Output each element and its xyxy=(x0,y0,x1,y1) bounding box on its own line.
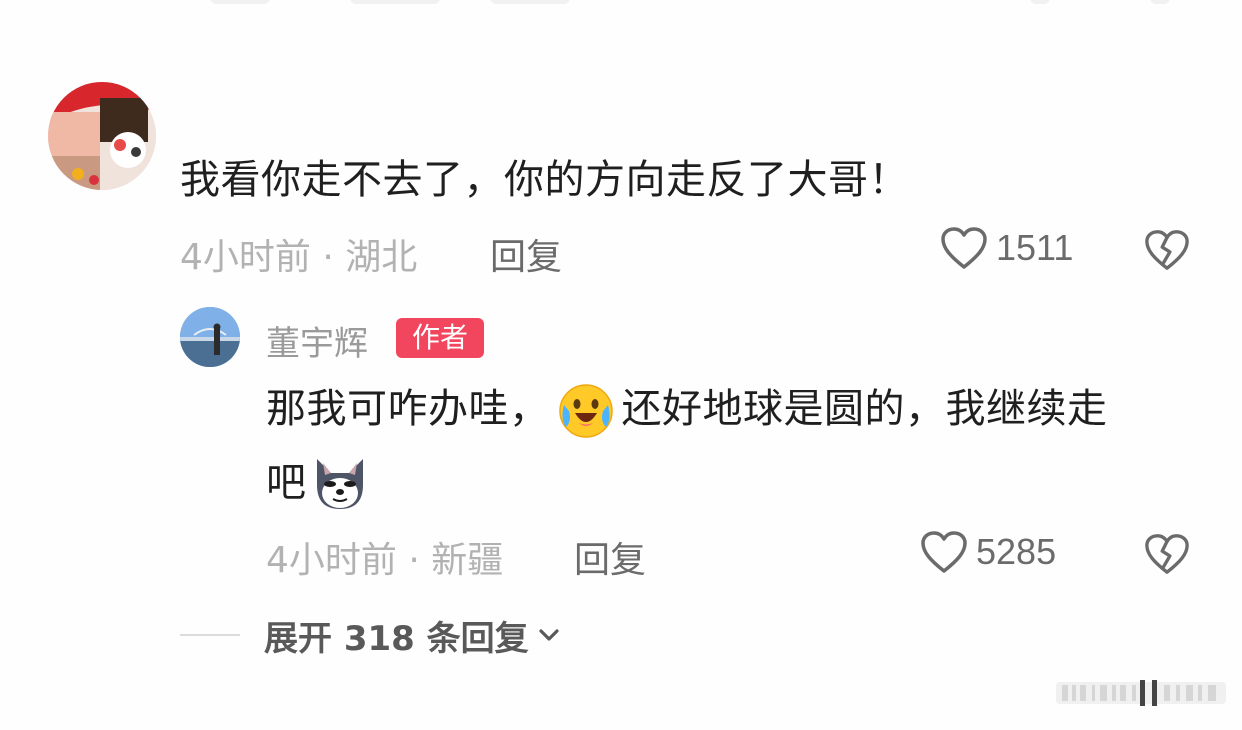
chevron-down-icon xyxy=(539,629,559,641)
author-avatar[interactable] xyxy=(180,307,240,367)
broken-heart-icon[interactable] xyxy=(1144,532,1190,576)
crying-laughing-emoji xyxy=(558,384,613,438)
author-badge: 作者 xyxy=(396,318,484,358)
divider-line xyxy=(180,634,240,636)
reply-meta: 4小时前 · 新疆 xyxy=(266,540,504,581)
commenter-avatar[interactable] xyxy=(48,82,156,190)
heart-outline-icon xyxy=(941,227,987,269)
reply-reply-button[interactable]: 回复 xyxy=(574,531,646,583)
watermark-graphic xyxy=(1056,680,1226,706)
reply-text-line1: 那我可咋办哇， 还好地球是圆的，我继续走 xyxy=(266,383,1108,439)
heart-outline-icon xyxy=(921,531,967,573)
reply-text-line2-text: 吧 xyxy=(266,460,307,506)
comment-text: 我看你走不去了，你的方向走反了大哥！ xyxy=(180,157,909,203)
broken-heart-icon[interactable] xyxy=(1144,228,1190,272)
comment-like-button[interactable]: 1511 xyxy=(940,226,1073,270)
expand-replies-label: 展开 318 条回复 xyxy=(264,618,529,659)
reply-text-part1: 那我可咋办哇， xyxy=(266,386,550,432)
comment-meta: 4小时前 · 湖北 xyxy=(180,237,418,278)
reply-like-button[interactable]: 5285 xyxy=(920,530,1056,574)
comment-thread: 我看你走不去了，你的方向走反了大哥！ 4小时前 · 湖北 回复 1511 董宇辉… xyxy=(0,0,1242,730)
previous-comment-fragment xyxy=(190,0,1190,8)
reply-text-part2: 还好地球是圆的，我继续走 xyxy=(621,386,1108,432)
comment-reply-button[interactable]: 回复 xyxy=(490,228,562,280)
wolf-emoji xyxy=(316,459,363,509)
author-name[interactable]: 董宇辉 xyxy=(266,316,368,365)
expand-replies-button[interactable]: 展开 318 条回复 xyxy=(180,610,563,660)
reply-text-line2: 吧 xyxy=(266,455,369,511)
comment-like-count: 1511 xyxy=(996,227,1074,268)
reply-like-count: 5285 xyxy=(976,531,1057,572)
